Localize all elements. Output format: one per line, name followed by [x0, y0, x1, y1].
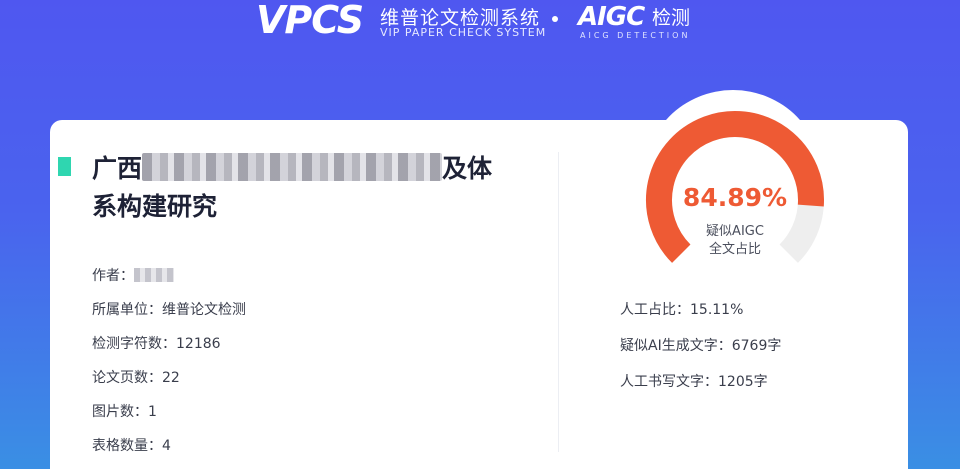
separator-dot	[552, 16, 558, 22]
human-chars-row: 人工书写文字：1205字	[620, 371, 768, 391]
human-chars-value: 1205字	[718, 374, 768, 390]
header: VPCS 维普论文检测系统 VIP PAPER CHECK SYSTEM AIG…	[0, 0, 960, 44]
chars-label: 检测字符数：	[92, 336, 176, 352]
tables-label: 表格数量：	[92, 438, 162, 454]
tables-row: 表格数量：4	[92, 435, 171, 455]
images-value: 1	[148, 404, 157, 420]
title-accent	[58, 157, 71, 176]
redacted-author	[134, 268, 174, 282]
chars-value: 12186	[176, 336, 221, 352]
title-line2: 系构建研究	[92, 192, 218, 221]
pages-row: 论文页数：22	[92, 367, 180, 387]
aigc-logo: AIGC	[578, 2, 645, 32]
ai-chars-row: 疑似AI生成文字：6769字	[620, 335, 781, 355]
tables-value: 4	[162, 438, 171, 454]
human-ratio-value: 15.11%	[690, 302, 744, 318]
author-label: 作者：	[92, 268, 134, 284]
author-row: 作者：	[92, 265, 174, 285]
vpcs-logo: VPCS	[256, 0, 364, 42]
gauge-label-line1: 疑似AIGC	[706, 224, 764, 239]
human-ratio-row: 人工占比：15.11%	[620, 299, 743, 319]
divider	[558, 152, 559, 452]
images-row: 图片数：1	[92, 401, 157, 421]
system-subtitle: VIP PAPER CHECK SYSTEM	[380, 26, 547, 39]
ai-chars-label: 疑似AI生成文字：	[620, 338, 732, 354]
chars-row: 检测字符数：12186	[92, 333, 221, 353]
title-suffix: 及体	[442, 154, 493, 183]
redacted-title	[142, 153, 443, 181]
pages-value: 22	[162, 370, 180, 386]
unit-value: 维普论文检测	[162, 302, 246, 318]
pages-label: 论文页数：	[92, 370, 162, 386]
human-ratio-label: 人工占比：	[620, 302, 690, 318]
page-title: 广西 及体 系构建研究	[92, 150, 532, 226]
gauge-label-line2: 全文占比	[708, 242, 761, 257]
images-label: 图片数：	[92, 404, 148, 420]
aigc-name: 检测	[652, 7, 691, 29]
unit-label: 所属单位：	[92, 302, 162, 318]
ai-chars-value: 6769字	[731, 338, 782, 354]
gauge-percent: 84.89%	[682, 183, 788, 212]
human-chars-label: 人工书写文字：	[620, 374, 718, 390]
aigc-subtitle: AICG DETECTION	[580, 31, 691, 40]
unit-row: 所属单位：维普论文检测	[92, 299, 246, 319]
title-prefix: 广西	[92, 154, 143, 183]
